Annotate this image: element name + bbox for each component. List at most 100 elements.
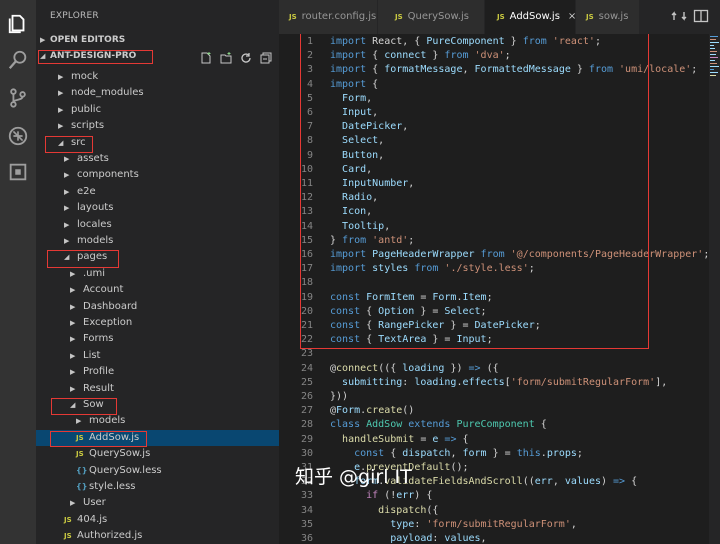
code-token: ], [655, 376, 668, 388]
code-token: Tooltip [342, 220, 385, 232]
tree-item[interactable]: ▶ Exception [36, 315, 279, 331]
tree-item[interactable]: ▶ scripts [36, 118, 279, 134]
tree-item[interactable]: ▶ Profile [36, 364, 279, 380]
code-line: const FormItem = Form.Item; [330, 292, 493, 303]
tree-item-label: layouts [77, 202, 114, 214]
tree-item[interactable]: {} style.less [36, 479, 279, 495]
tree-item-label: User [83, 497, 106, 509]
source-control-icon[interactable] [6, 86, 30, 110]
tree-item[interactable]: ▶ components [36, 167, 279, 183]
tree-item[interactable]: ▶ layouts [36, 200, 279, 216]
code-token: this [516, 447, 541, 459]
open-changes-icon[interactable] [671, 8, 687, 24]
open-editors-header[interactable]: ▶ OPEN EDITORS [40, 33, 125, 47]
tree-item[interactable]: ▶ Dashboard [36, 299, 279, 315]
code-token: } [570, 64, 589, 76]
code-token: loading [402, 362, 445, 374]
tab-addsow[interactable]: JS AddSow.js × [485, 0, 576, 34]
tree-item[interactable]: ◢ pages [36, 249, 279, 265]
chevron-right-icon: ▶ [64, 171, 70, 180]
code-token: Select [444, 305, 481, 317]
line-number: 13 [300, 206, 313, 218]
chevron-right-icon: ▶ [70, 368, 76, 377]
tree-item[interactable]: ▶ mock [36, 69, 279, 85]
code-token: => [468, 362, 481, 374]
tree-item[interactable]: ▶ assets [36, 151, 279, 167]
tab-router-config[interactable]: JS router.config.js [279, 0, 378, 34]
less-file-icon: {} [76, 482, 88, 491]
chevron-right-icon: ▶ [70, 269, 76, 278]
code-token: Form [342, 92, 367, 104]
tree-item[interactable]: ▶ .umi [36, 266, 279, 282]
search-icon[interactable] [6, 48, 30, 72]
tree-item-label: Profile [83, 366, 115, 378]
code-token: DatePicker [342, 121, 403, 133]
code-token: type [390, 518, 415, 530]
minimap[interactable] [709, 34, 720, 544]
line-number: 2 [306, 50, 313, 62]
code-token: values [444, 533, 481, 544]
tree-item[interactable]: ▶ public [36, 102, 279, 118]
code-token: ; [486, 334, 493, 346]
code-token: 'form/submitRegularForm' [510, 376, 656, 388]
files-icon[interactable] [6, 12, 30, 36]
debug-icon[interactable] [6, 124, 30, 148]
tree-item[interactable]: {} QuerySow.less [36, 463, 279, 479]
code-token: Radio [342, 192, 373, 204]
tree-item[interactable]: ▶ Result [36, 381, 279, 397]
tree-item[interactable]: ▶ models [36, 413, 279, 429]
tree-item[interactable]: JS QuerySow.js [36, 446, 279, 462]
code-token: 'form/submitRegularForm' [426, 518, 571, 530]
tree-item-label: e2e [77, 185, 96, 197]
tree-item[interactable]: ▶ User [36, 495, 279, 511]
code-token: props [546, 447, 577, 459]
code-line: import PageHeaderWrapper from '@/compone… [330, 249, 709, 260]
code-token: import [330, 249, 373, 260]
tree-item[interactable]: ▶ locales [36, 217, 279, 233]
code-line: } from 'antd'; [330, 235, 414, 246]
tree-item[interactable]: ▶ node_modules [36, 85, 279, 101]
tree-item[interactable]: ◢ src [36, 135, 279, 151]
chevron-right-icon: ▶ [64, 237, 70, 245]
chevron-right-icon: ▶ [58, 73, 64, 81]
code-token: } = [486, 447, 517, 459]
line-number: 25 [300, 376, 313, 388]
code-token: class [330, 419, 367, 431]
code-token: from [342, 234, 373, 246]
code-token: const [330, 291, 367, 303]
tree-item[interactable]: ▶ e2e [36, 184, 279, 200]
tree-item[interactable]: JS Authorized.js [36, 528, 279, 544]
tab-querysow[interactable]: JS QuerySow.js [378, 0, 485, 34]
code-line: Card, [330, 164, 372, 175]
split-editor-icon[interactable] [693, 8, 709, 24]
tree-item[interactable]: ▶ models [36, 233, 279, 249]
code-line: Form, [330, 93, 372, 104]
code-line: if (!err) { [330, 490, 432, 501]
tree-item-label: AddSow.js [89, 431, 140, 443]
code-token: Button [342, 149, 379, 161]
editor-tabs: JS router.config.js JS QuerySow.js JS AddSo… [279, 0, 720, 34]
tree-item[interactable]: JS 404.js [36, 512, 279, 528]
code-token: } [426, 50, 445, 62]
tab-sow[interactable]: JS sow.js [576, 0, 640, 34]
code-token: Icon [342, 206, 367, 218]
code-token: const [330, 320, 367, 331]
code-token: styles [372, 263, 409, 275]
chevron-right-icon: ▶ [76, 417, 82, 426]
tree-item[interactable]: JS AddSow.js [36, 429, 279, 446]
tree-item[interactable]: ▶ Account [36, 282, 279, 298]
code-token: PureComponent [456, 419, 535, 431]
js-file-icon: JS [497, 13, 505, 21]
extensions-icon[interactable] [6, 160, 30, 184]
tree-item[interactable]: ▶ Forms [36, 331, 279, 347]
tree-item[interactable]: ▶ List [36, 348, 279, 364]
less-file-icon: {} [76, 465, 88, 475]
code-token: Input [342, 107, 373, 118]
line-number: 15 [300, 234, 313, 246]
tree-item[interactable]: ◢ Sow [36, 397, 279, 413]
line-number: 36 [300, 533, 313, 544]
code-token: import [330, 64, 373, 76]
